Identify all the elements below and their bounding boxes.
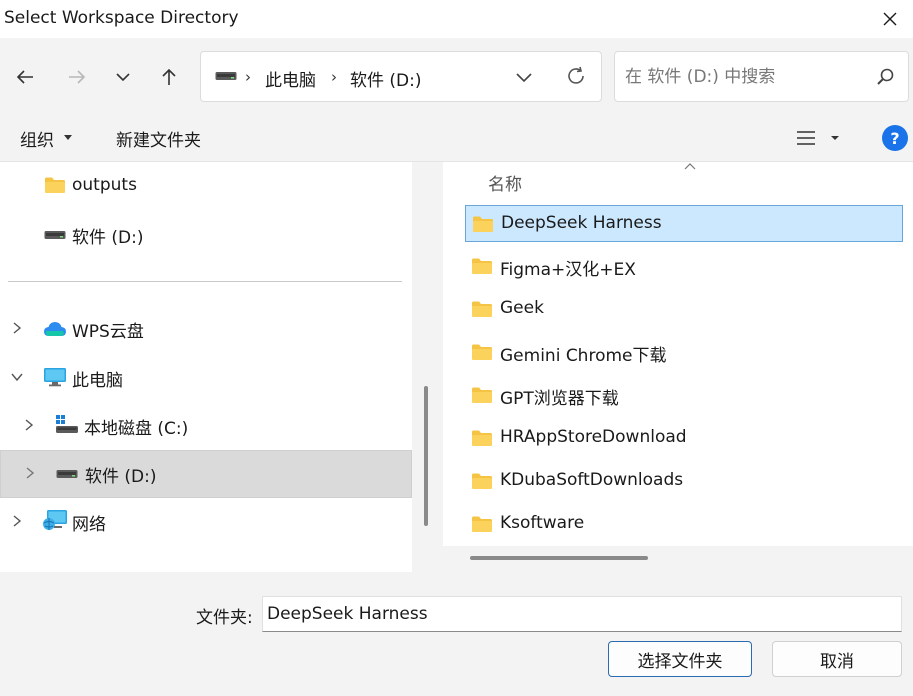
drive-icon [215, 72, 237, 80]
nav-item-outputs[interactable]: outputs [0, 164, 404, 210]
arrow-right-icon [69, 70, 86, 84]
file-row[interactable]: Figma+汉化+EX [465, 248, 903, 285]
refresh-icon[interactable] [565, 65, 587, 87]
arrow-left-icon [16, 70, 33, 84]
command-toolbar: 组织 新建文件夹 ? [0, 114, 913, 162]
nav-item-drive-d[interactable]: 软件 (D:) [0, 450, 412, 498]
computer-icon [44, 368, 66, 387]
folder-icon [472, 430, 492, 446]
back-button[interactable] [8, 60, 42, 94]
nav-item-local-disk-c[interactable]: 本地磁盘 (C:) [0, 403, 404, 449]
drive-icon [56, 470, 78, 478]
search-input[interactable] [625, 65, 865, 89]
nav-item-label: outputs [72, 175, 137, 195]
close-icon [883, 12, 897, 26]
chevron-down-icon [116, 73, 130, 82]
navigation-bar: › 此电脑 › 软件 (D:) [0, 38, 913, 114]
nav-item-network[interactable]: 网络 [0, 499, 404, 545]
nav-item-label: 此电脑 [72, 371, 123, 391]
nav-item-label: 本地磁盘 (C:) [84, 419, 189, 439]
select-folder-button[interactable]: 选择文件夹 [608, 641, 752, 677]
sort-ascending-icon [684, 163, 696, 170]
recent-locations-button[interactable] [106, 60, 140, 94]
nav-item-label: 网络 [72, 515, 106, 535]
folder-icon [472, 516, 492, 532]
up-button[interactable] [152, 60, 186, 94]
close-button[interactable] [867, 0, 913, 38]
windows-drive-icon [56, 415, 78, 433]
file-row[interactable]: DeepSeek Harness [465, 205, 903, 242]
file-name: Gemini Chrome下载 [500, 346, 667, 366]
help-icon[interactable]: ? [882, 125, 908, 151]
network-icon [43, 510, 67, 530]
new-folder-button[interactable]: 新建文件夹 [116, 126, 201, 151]
file-name: Geek [500, 298, 544, 318]
folder-icon [473, 216, 493, 232]
nav-item-this-pc[interactable]: 此电脑 [0, 355, 404, 401]
organize-menu[interactable]: 组织 [20, 126, 54, 151]
folder-icon [472, 473, 492, 489]
view-options-icon[interactable] [796, 129, 842, 147]
chevron-right-icon: › [245, 68, 251, 86]
chevron-down-icon[interactable] [514, 67, 534, 87]
column-header-name[interactable]: 名称 [488, 170, 522, 195]
file-row[interactable]: Ksoftware [465, 506, 903, 543]
file-row[interactable]: Gemini Chrome下载 [465, 334, 903, 371]
file-name: KDubaSoftDownloads [500, 470, 684, 490]
chevron-down-icon[interactable] [10, 372, 24, 382]
navigation-pane: outputs 软件 (D:) WPS云盘 此电脑 本地磁盘 (C:) 软件 (… [0, 162, 412, 572]
file-row[interactable]: GPT浏览器下载 [465, 377, 903, 414]
file-name: GPT浏览器下载 [500, 389, 619, 409]
arrow-up-icon [162, 68, 176, 85]
caret-down-icon[interactable] [63, 134, 73, 142]
address-bar[interactable]: › 此电脑 › 软件 (D:) [200, 51, 602, 102]
cloud-icon [44, 322, 66, 336]
chevron-right-icon[interactable] [25, 466, 35, 480]
chevron-right-icon[interactable] [24, 418, 34, 432]
nav-item-label: WPS云盘 [72, 322, 144, 342]
folder-icon [472, 387, 492, 403]
folder-icon [472, 301, 492, 317]
nav-divider [8, 281, 402, 282]
nav-scrollbar[interactable] [424, 386, 428, 526]
breadcrumb-drive-d[interactable]: 软件 (D:) [350, 66, 422, 91]
search-box[interactable] [614, 51, 909, 102]
file-name: HRAppStoreDownload [500, 427, 687, 447]
forward-button[interactable] [60, 60, 94, 94]
search-icon[interactable] [876, 67, 896, 87]
file-name: Figma+汉化+EX [500, 260, 636, 280]
window-title: Select Workspace Directory [4, 8, 239, 28]
chevron-right-icon[interactable] [12, 321, 22, 335]
file-name: DeepSeek Harness [501, 213, 662, 233]
file-list-pane: 名称 DeepSeek Harness Figma+汉化+EX Geek Gem… [443, 162, 913, 546]
folder-icon [472, 258, 492, 274]
nav-item-label: 软件 (D:) [85, 467, 157, 487]
nav-item-drive-d-quick[interactable]: 软件 (D:) [0, 212, 404, 258]
file-row[interactable]: HRAppStoreDownload [465, 420, 903, 457]
title-bar: Select Workspace Directory [0, 0, 913, 38]
folder-field-label: 文件夹: [196, 608, 253, 628]
nav-item-wps-cloud[interactable]: WPS云盘 [0, 306, 404, 352]
folder-name-input[interactable] [262, 596, 902, 632]
file-row[interactable]: KDubaSoftDownloads [465, 463, 903, 500]
breadcrumb-this-pc[interactable]: 此电脑 [265, 66, 316, 91]
chevron-right-icon: › [331, 68, 337, 86]
drive-icon [44, 231, 66, 239]
chevron-right-icon[interactable] [12, 514, 22, 528]
dialog-footer: 文件夹: 选择文件夹 取消 [0, 572, 913, 696]
file-name: Ksoftware [500, 513, 585, 533]
folder-icon [45, 177, 65, 193]
file-list-scrollbar[interactable] [470, 556, 648, 560]
cancel-button[interactable]: 取消 [772, 641, 902, 677]
file-row[interactable]: Geek [465, 291, 903, 328]
nav-item-label: 软件 (D:) [72, 228, 144, 248]
folder-icon [472, 344, 492, 360]
